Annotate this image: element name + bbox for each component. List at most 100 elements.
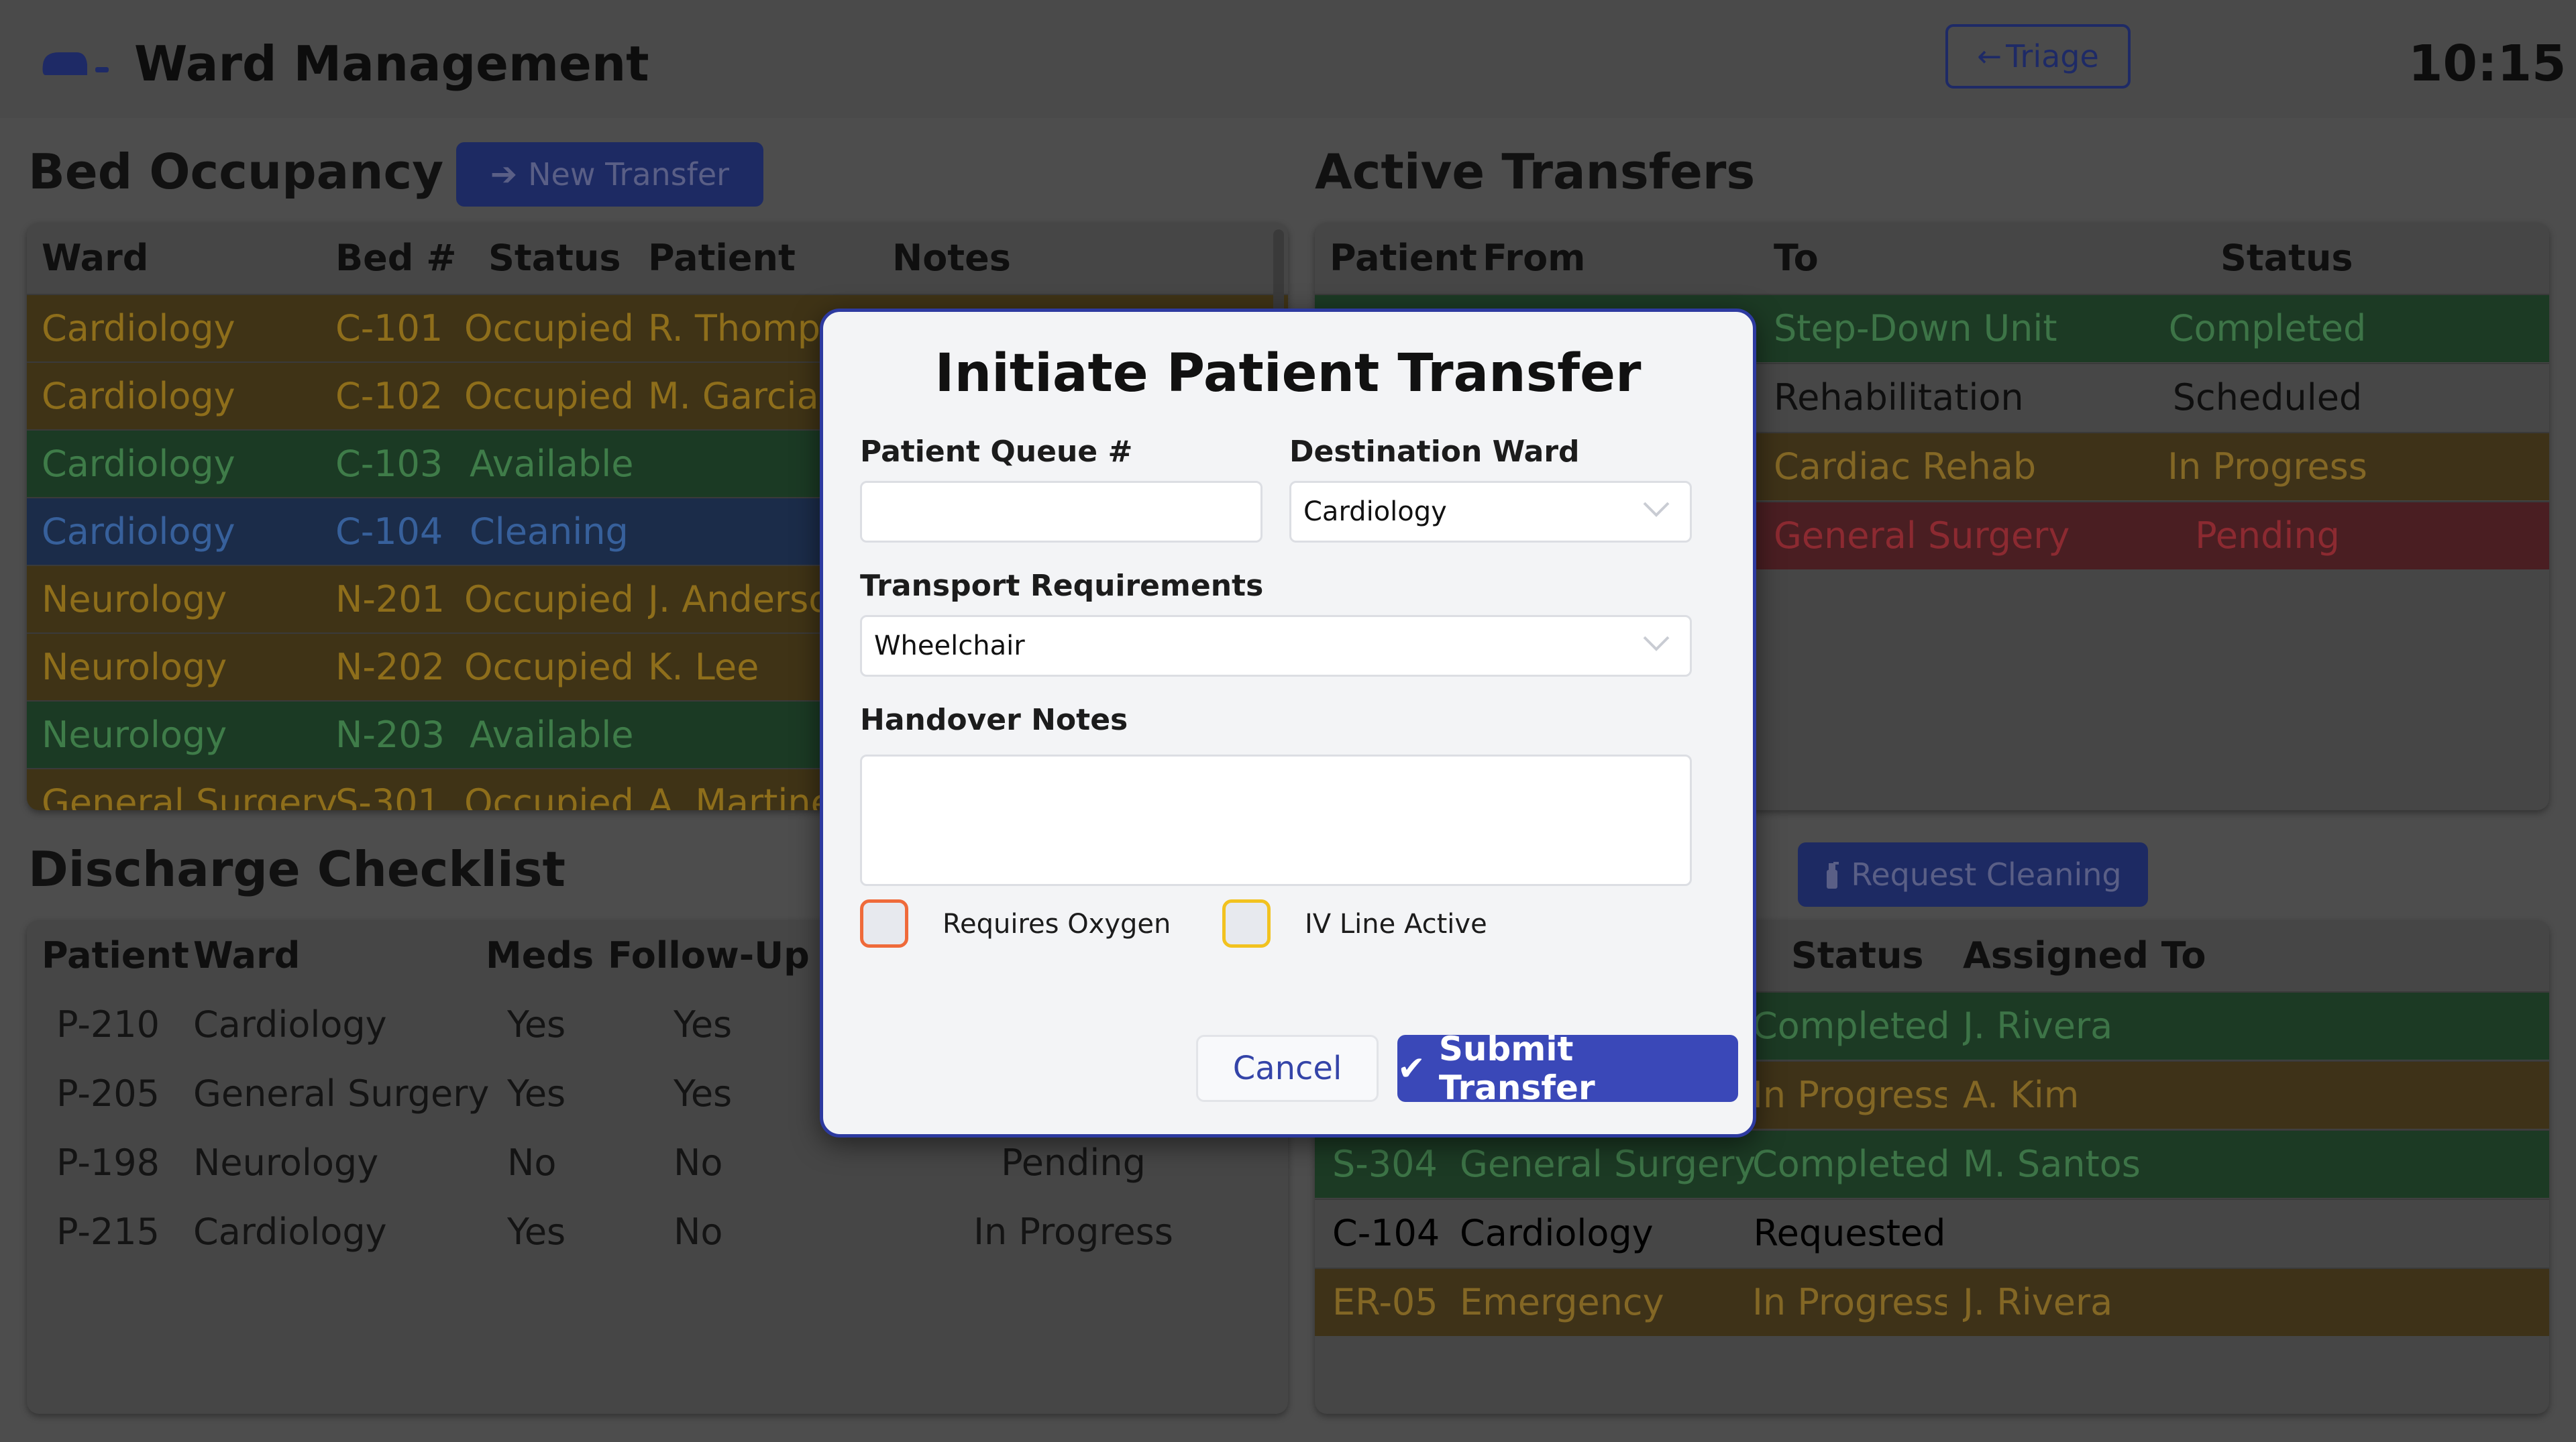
to-cell: Step-Down Unit [1774,307,2057,349]
table-row[interactable]: ER-05 Emergency In Progress J. Rivera [1315,1268,2549,1336]
ward-cell: Cardiology [42,443,235,485]
patient-cell: J. Anderson [648,578,849,620]
assigned-cell: J. Rivera [1963,1005,2113,1047]
bed-cell: N-203 [335,714,445,756]
ambulance-icon [42,52,109,75]
ward-cell: Cardiology [42,375,235,417]
iv-line-checkbox[interactable] [1222,899,1271,948]
bed-cell: S-301 [335,781,441,810]
bed-cell: C-104 [1332,1212,1440,1254]
ward-cell: Cardiology [42,510,235,553]
patient-queue-input[interactable] [860,481,1263,543]
col-ward: Ward [193,934,301,977]
destination-label: Destination Ward [1289,435,1580,469]
status-cell: Occupied [464,646,634,688]
cancel-button[interactable]: Cancel [1196,1035,1379,1102]
col-bed: Bed # [335,237,457,279]
followup-cell: No [674,1142,723,1184]
patient-cell [648,431,849,498]
bed-cell: C-101 [335,307,443,349]
ward-cell: Neurology [193,1142,379,1184]
followup-cell: Yes [674,1072,733,1115]
patient-cell: K. Lee [648,646,759,688]
col-meds: Meds [486,934,594,977]
status-cell: Pending [2195,514,2340,557]
status-cell: Occupied [464,578,634,620]
followup-cell: Yes [674,1003,733,1046]
ward-cell: General Surgery [42,781,338,810]
status-cell: In Progress [2167,445,2367,488]
status-cell: Occupied [464,375,634,417]
spray-bottle-icon [1827,862,1839,889]
col-patient: Patient [42,934,189,977]
col-from: From [1483,237,1586,279]
patient-cell: R. Thompson [648,307,849,349]
patient-cell: P-210 [56,1003,160,1046]
col-status: Status [1791,934,1924,977]
status-cell: Available [470,714,634,756]
bed-occupancy-header: Ward Bed # Status Patient Notes [27,223,1288,294]
destination-value: Cardiology [1303,496,1447,527]
bed-cell: N-202 [335,646,445,688]
status-cell: In Progress [973,1211,1173,1253]
table-row[interactable]: S-304 General Surgery Completed M. Santos [1315,1129,2549,1198]
queue-label: Patient Queue # [860,435,1133,469]
to-cell: Rehabilitation [1774,376,2024,419]
followup-cell: No [674,1211,723,1253]
table-row[interactable]: C-104 Cardiology Requested [1315,1199,2549,1267]
ward-cell: Neurology [42,714,227,756]
col-patient: Patient [1330,237,1477,279]
assigned-cell: J. Rivera [1963,1281,2113,1323]
ward-cell: Emergency [1460,1281,1664,1323]
assigned-cell: M. Santos [1963,1143,2141,1185]
status-cell: Pending [1001,1142,1146,1184]
status-cell: Available [470,443,634,485]
ward-cell: Cardiology [42,307,235,349]
patient-cell: P-215 [56,1211,160,1253]
new-transfer-button[interactable]: ➔ New Transfer [456,142,763,207]
modal-title: Initiate Patient Transfer [934,343,1642,404]
status-cell: Occupied [464,781,634,810]
triage-label: Triage [2006,38,2099,74]
status-cell: Cleaning [470,510,629,553]
bed-cell: S-304 [1332,1143,1438,1185]
ward-cell: Neurology [42,646,227,688]
clock: 10:15 [2408,35,2567,93]
top-bar: Ward Management ← Triage 10:15 [0,0,2576,118]
ward-cell: Neurology [42,578,227,620]
ward-cell: Cardiology [193,1003,387,1046]
status-cell: Scheduled [2172,376,2363,419]
iv-line-label: IV Line Active [1305,909,1487,940]
chevron-down-icon [1643,636,1670,651]
discharge-title: Discharge Checklist [28,841,566,897]
transport-select[interactable]: Wheelchair [860,615,1692,677]
handover-notes-textarea[interactable] [860,755,1692,886]
table-row[interactable]: P-215 Cardiology Yes No In Progress [27,1199,1288,1266]
table-row[interactable]: P-198 Neurology No No Pending [27,1129,1288,1197]
col-notes: Notes [892,237,1011,279]
status-cell: Completed [1752,1005,1947,1047]
bed-cell: ER-05 [1332,1281,1438,1323]
col-status: Status [2220,237,2353,279]
col-assigned: Assigned To [1963,934,2206,977]
meds-cell: No [507,1142,557,1184]
bed-cell: C-103 [335,443,443,485]
bed-cell: C-102 [335,375,443,417]
triage-button[interactable]: ← Triage [1945,24,2131,89]
status-cell: In Progress [1752,1074,1947,1116]
col-status: Status [488,237,621,279]
col-followup: Follow-Up [608,934,810,977]
bed-cell: C-104 [335,510,443,553]
transfer-modal: Initiate Patient Transfer Patient Queue … [820,309,1756,1138]
status-cell: Completed [1752,1143,1947,1185]
requires-oxygen-checkbox[interactable] [860,899,908,948]
destination-select[interactable]: Cardiology [1289,481,1692,543]
request-cleaning-label: Request Cleaning [1851,856,2122,893]
assigned-cell: A. Kim [1963,1074,2080,1116]
to-cell: Cardiac Rehab [1774,445,2037,488]
request-cleaning-button[interactable]: Request Cleaning [1798,842,2148,907]
submit-transfer-button[interactable]: ✔ Submit Transfer [1397,1030,1738,1107]
patient-cell [648,498,849,565]
status-cell: Occupied [464,307,634,349]
new-transfer-label: New Transfer [528,156,730,192]
